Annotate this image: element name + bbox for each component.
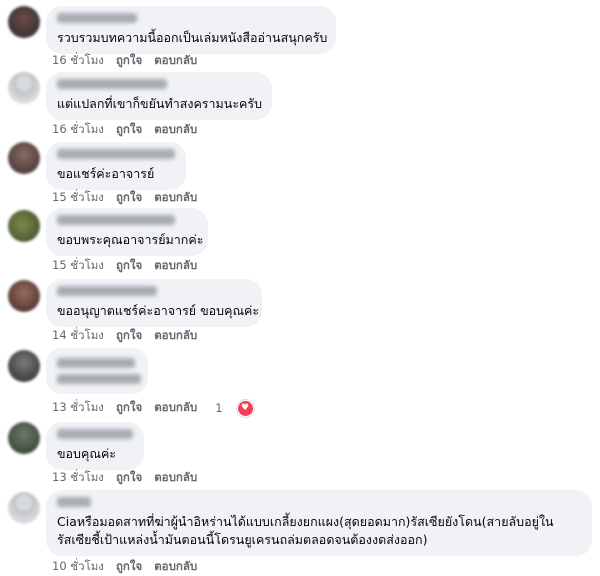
comment-bubble: ขอบพระคุณอาจารย์มากค่ะ — [46, 208, 208, 256]
avatar[interactable] — [8, 492, 40, 524]
comment-text: ขอบพระคุณอาจารย์มากค่ะ — [57, 232, 204, 247]
comment-meta: 15 ชั่วโมง ถูกใจ ตอบกลับ — [52, 189, 209, 207]
like-button[interactable]: ถูกใจ — [116, 327, 142, 345]
avatar[interactable] — [8, 210, 40, 242]
avatar[interactable] — [8, 72, 40, 104]
comment-time[interactable]: 16 ชั่วโมง — [52, 52, 104, 70]
comment-meta: 14 ชั่วโมง ถูกใจ ตอบกลับ — [52, 327, 209, 345]
reply-button[interactable]: ตอบกลับ — [154, 189, 197, 207]
heart-icon: ♥ — [236, 399, 254, 417]
commenter-name-blurred[interactable] — [57, 215, 175, 225]
avatar[interactable] — [8, 350, 40, 382]
comment-bubble: Ciaหรือมอดสาทที่ฆ่าผู้นำอิหร่านได้แบบเกล… — [46, 490, 592, 556]
comment-time[interactable]: 10 ชั่วโมง — [52, 558, 104, 576]
like-button[interactable]: ถูกใจ — [116, 558, 142, 576]
avatar[interactable] — [8, 280, 40, 312]
comment-text: รวบรวมบทความนี้ออกเป็นเล่มหนังสืออ่านสนุ… — [57, 30, 328, 45]
reaction-count: 1 — [215, 401, 223, 415]
comment-text: ขออนุญาตแชร์ค่ะอาจารย์ ขอบคุณค่ะ — [57, 303, 260, 318]
reaction-summary[interactable]: 1 ♥ — [215, 399, 265, 417]
comment-bubble — [46, 348, 148, 394]
like-button[interactable]: ถูกใจ — [116, 257, 142, 275]
comment-text: ขอบคุณค่ะ — [57, 446, 117, 461]
comment-bubble: รวบรวมบทความนี้ออกเป็นเล่มหนังสืออ่านสนุ… — [46, 6, 336, 54]
reply-button[interactable]: ตอบกลับ — [154, 327, 197, 345]
comment-meta: 10 ชั่วโมง ถูกใจ ตอบกลับ — [52, 558, 209, 576]
comment-meta: 15 ชั่วโมง ถูกใจ ตอบกลับ — [52, 257, 209, 275]
comment-bubble: ขออนุญาตแชร์ค่ะอาจารย์ ขอบคุณค่ะ — [46, 279, 262, 327]
avatar[interactable] — [8, 6, 40, 38]
commenter-name-blurred-line2 — [57, 374, 141, 384]
reply-button[interactable]: ตอบกลับ — [154, 257, 197, 275]
commenter-name-blurred[interactable] — [57, 358, 135, 368]
commenter-name-blurred[interactable] — [57, 286, 157, 296]
comment-text: ขอแชร์ค่ะอาจารย์ — [57, 166, 155, 181]
comment-bubble: ขอแชร์ค่ะอาจารย์ — [46, 142, 186, 190]
comment-meta: 16 ชั่วโมง ถูกใจ ตอบกลับ — [52, 121, 209, 139]
like-button[interactable]: ถูกใจ — [116, 52, 142, 70]
comment-time[interactable]: 13 ชั่วโมง — [52, 469, 104, 487]
commenter-name-blurred[interactable] — [57, 149, 175, 159]
reply-button[interactable]: ตอบกลับ — [154, 52, 197, 70]
reply-button[interactable]: ตอบกลับ — [154, 121, 197, 139]
like-button[interactable]: ถูกใจ — [116, 469, 142, 487]
like-button[interactable]: ถูกใจ — [116, 399, 142, 417]
commenter-name-blurred[interactable] — [57, 79, 167, 89]
reply-button[interactable]: ตอบกลับ — [154, 469, 197, 487]
comment-time[interactable]: 16 ชั่วโมง — [52, 121, 104, 139]
commenter-name-blurred[interactable] — [57, 13, 137, 23]
comment-time[interactable]: 15 ชั่วโมง — [52, 257, 104, 275]
comment-time[interactable]: 13 ชั่วโมง — [52, 399, 104, 417]
comment-time[interactable]: 15 ชั่วโมง — [52, 189, 104, 207]
like-button[interactable]: ถูกใจ — [116, 189, 142, 207]
comment-meta: 13 ชั่วโมง ถูกใจ ตอบกลับ 1 ♥ — [52, 399, 266, 417]
reply-button[interactable]: ตอบกลับ — [154, 558, 197, 576]
comment-bubble: ขอบคุณค่ะ — [46, 422, 144, 470]
comment-text: แต่แปลกที่เขาก็ขยันทำสงครามนะครับ — [57, 96, 263, 111]
comment-meta: 13 ชั่วโมง ถูกใจ ตอบกลับ — [52, 469, 209, 487]
comment-time[interactable]: 14 ชั่วโมง — [52, 327, 104, 345]
comment-bubble: แต่แปลกที่เขาก็ขยันทำสงครามนะครับ — [46, 72, 272, 120]
comment-meta: 16 ชั่วโมง ถูกใจ ตอบกลับ — [52, 52, 209, 70]
avatar[interactable] — [8, 422, 40, 454]
commenter-name-blurred[interactable] — [57, 497, 91, 507]
commenter-name-blurred[interactable] — [57, 429, 133, 439]
reply-button[interactable]: ตอบกลับ — [154, 399, 197, 417]
avatar[interactable] — [8, 142, 40, 174]
comment-text: Ciaหรือมอดสาทที่ฆ่าผู้นำอิหร่านได้แบบเกล… — [57, 514, 554, 547]
like-button[interactable]: ถูกใจ — [116, 121, 142, 139]
